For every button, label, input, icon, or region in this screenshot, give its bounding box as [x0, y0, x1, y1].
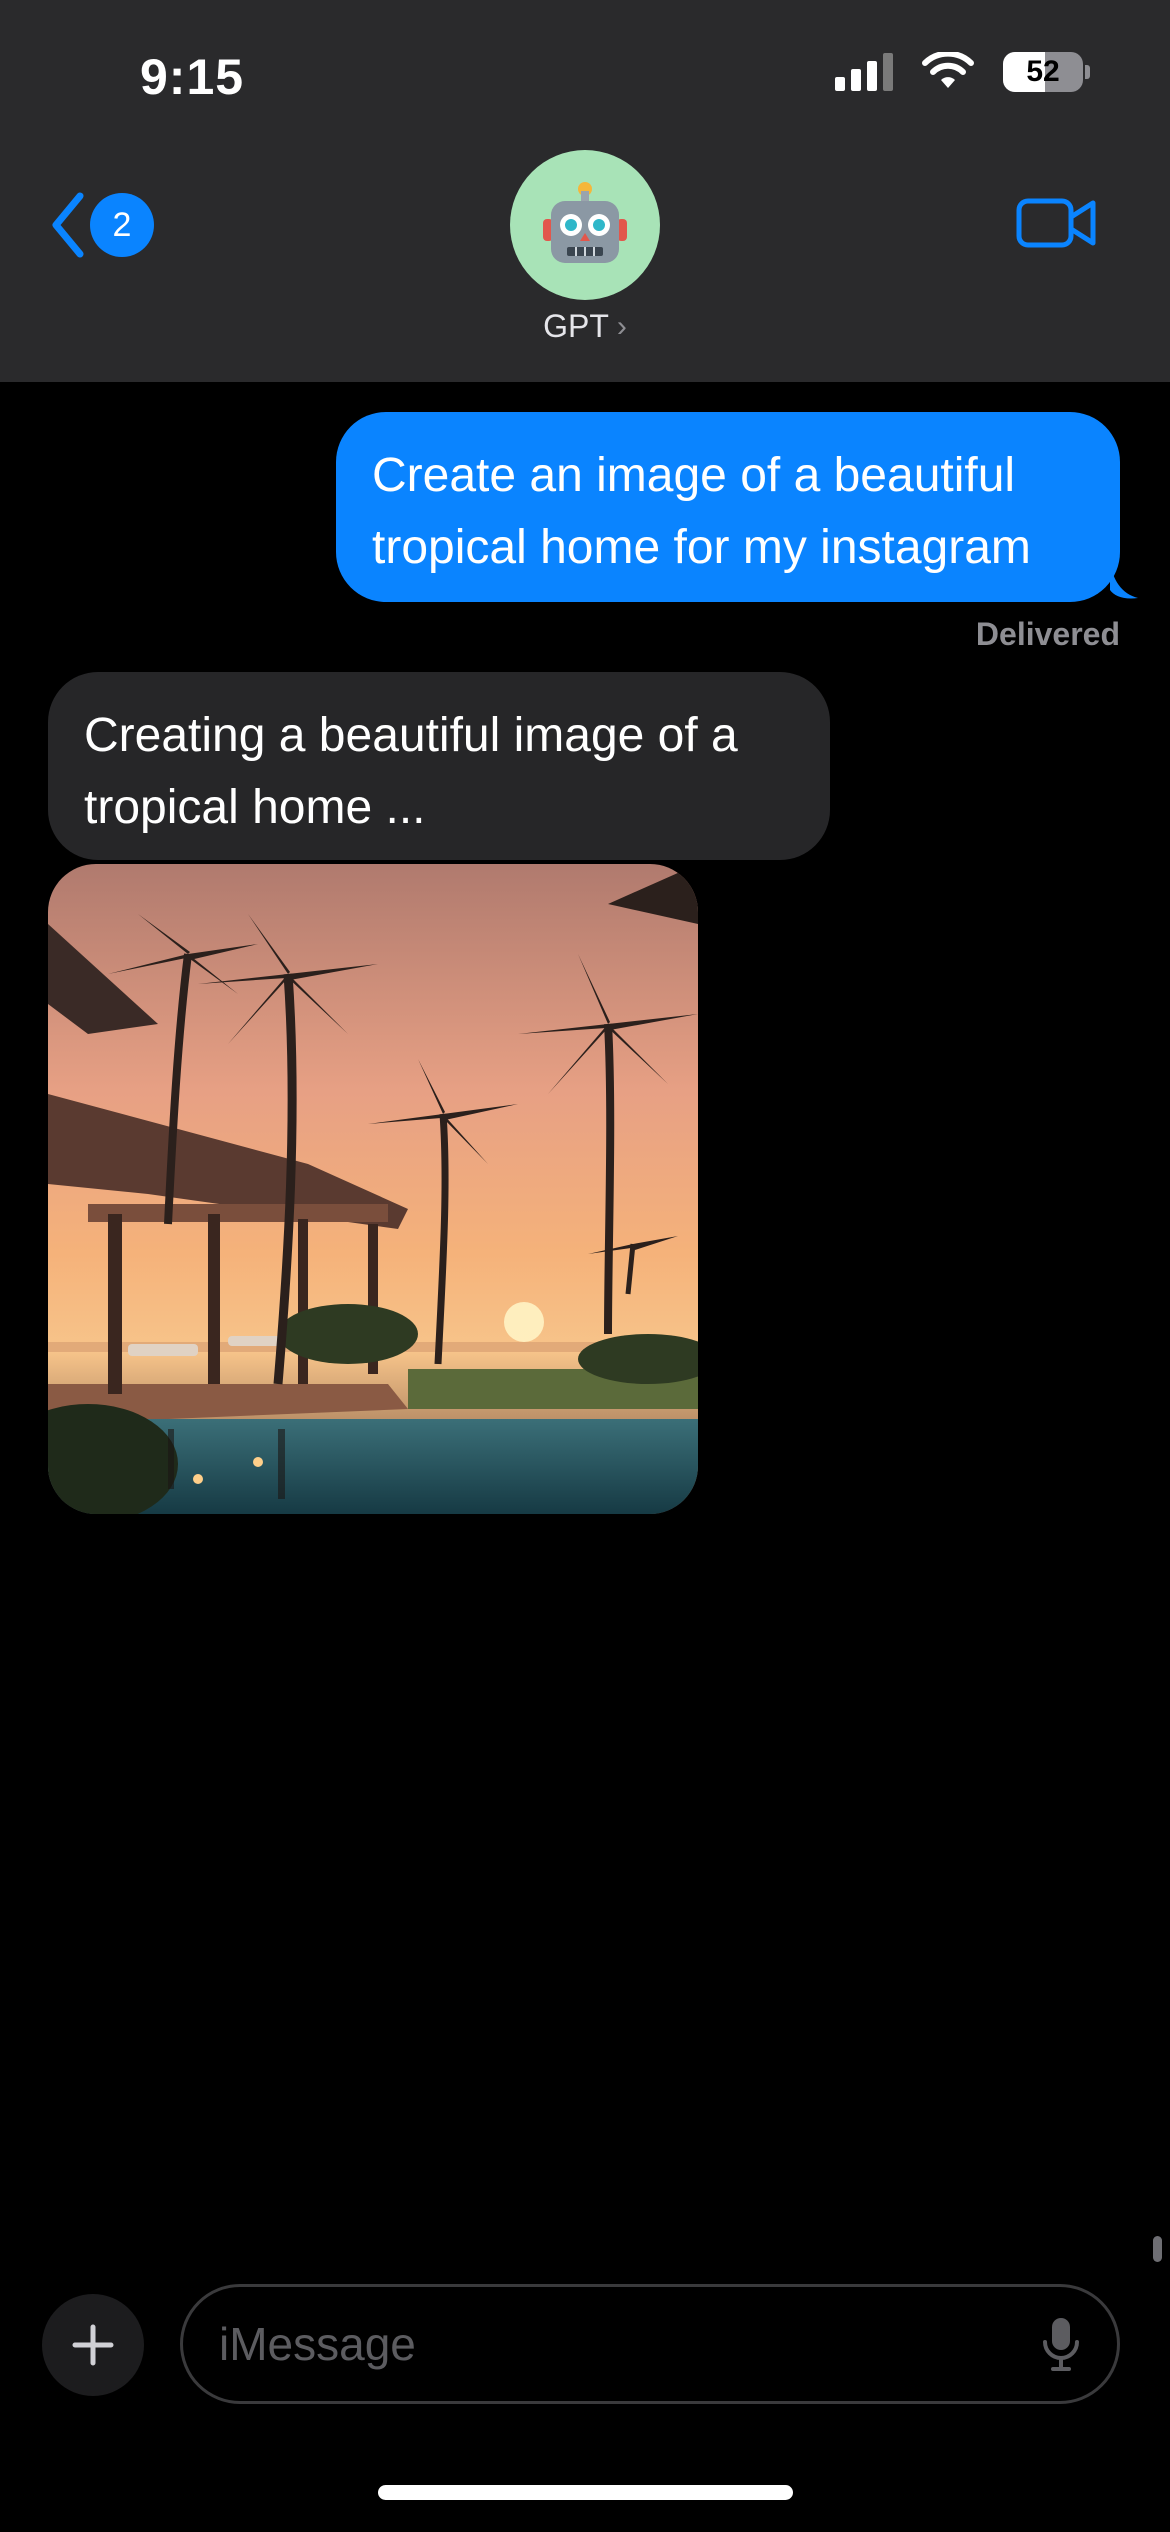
battery-percent: 52: [1026, 55, 1060, 88]
image-attachment[interactable]: [48, 864, 698, 1514]
robot-face-icon: [543, 182, 627, 263]
status-icons: 52: [835, 52, 1090, 92]
avatar: [510, 150, 660, 300]
scroll-indicator: [1153, 2236, 1162, 2262]
back-button[interactable]: 2: [48, 190, 154, 260]
video-camera-icon[interactable]: [1015, 195, 1097, 251]
battery-icon: 52: [1003, 52, 1090, 92]
contact-name-row: GPT ›: [543, 308, 627, 345]
home-indicator[interactable]: [378, 2485, 793, 2500]
unread-count-badge: 2: [90, 193, 154, 257]
delivery-status: Delivered: [975, 616, 1120, 652]
contact-info-button[interactable]: GPT ›: [510, 150, 660, 345]
microphone-icon[interactable]: [1041, 2316, 1081, 2372]
incoming-message-bubble[interactable]: Creating a beautiful image of a tropical…: [48, 672, 830, 860]
message-input-placeholder: iMessage: [219, 2318, 416, 2370]
contact-name: GPT: [543, 308, 609, 344]
outgoing-message-bubble[interactable]: Create an image of a beautiful tropical …: [336, 412, 1120, 602]
apps-plus-button[interactable]: [42, 2294, 144, 2396]
bubble-tail: [1110, 560, 1138, 599]
wifi-icon: [922, 52, 974, 88]
navigation-header: 9:15 52 2 GPT ›: [0, 0, 1170, 382]
plus-icon: [72, 2324, 114, 2366]
cellular-signal-icon: [835, 53, 893, 91]
message-input[interactable]: iMessage: [180, 2284, 1120, 2404]
chevron-left-icon: [52, 192, 84, 258]
status-time: 9:15: [140, 49, 245, 105]
chevron-right-icon: ›: [616, 309, 627, 343]
